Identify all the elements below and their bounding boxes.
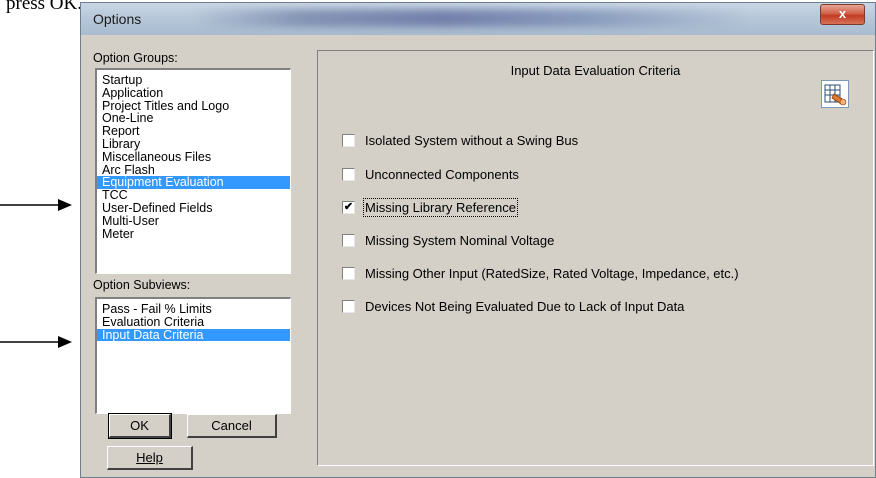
help-button-label: Help	[136, 450, 163, 465]
window-title: Options	[93, 11, 142, 27]
checkbox-label[interactable]: Unconnected Components	[365, 167, 519, 182]
close-button[interactable]: x	[820, 4, 865, 25]
annotation-arrow-subviews	[0, 336, 72, 348]
ok-button[interactable]: OK	[108, 413, 172, 439]
checkbox[interactable]	[342, 267, 355, 280]
data-tool-icon	[821, 80, 849, 108]
checkbox-label[interactable]: Missing System Nominal Voltage	[365, 233, 554, 248]
option-group-item[interactable]: Startup	[97, 74, 290, 87]
annotation-arrow-groups	[0, 199, 72, 211]
option-group-item[interactable]: Application	[97, 86, 290, 100]
option-subview-item[interactable]: Input Data Criteria	[97, 328, 290, 342]
checkbox[interactable]	[342, 234, 355, 247]
option-group-item[interactable]: Miscellaneous Files	[97, 150, 290, 164]
checkbox-label[interactable]: Missing Other Input (RatedSize, Rated Vo…	[365, 266, 739, 281]
cancel-button[interactable]: Cancel	[187, 414, 277, 438]
checkbox-label[interactable]: Devices Not Being Evaluated Due to Lack …	[365, 299, 684, 314]
document-text: press OK.	[6, 0, 82, 14]
help-button[interactable]: Help	[107, 446, 193, 470]
option-subview-item[interactable]: Evaluation Criteria	[97, 315, 290, 329]
option-groups-list[interactable]: Startup Application Project Titles and Log…	[95, 68, 291, 274]
checkbox[interactable]	[342, 168, 355, 181]
option-group-item[interactable]: User-Defined Fields	[97, 202, 290, 215]
criteria-panel: Input Data Evaluation Criteria Isolated …	[317, 50, 874, 466]
option-subviews-label: Option Subviews:	[93, 278, 191, 292]
option-subviews-list[interactable]: Pass - Fail % Limits Evaluation Criteria I…	[95, 297, 291, 414]
title-bar[interactable]: Options x	[81, 3, 875, 35]
option-subview-item[interactable]: Pass - Fail % Limits	[97, 303, 290, 316]
checkbox[interactable]	[342, 134, 355, 147]
option-group-item[interactable]: Multi-User	[97, 214, 290, 228]
options-dialog: Options x Option Groups: Startup Applicat…	[80, 2, 876, 478]
checkbox-label[interactable]: Isolated System without a Swing Bus	[365, 133, 578, 148]
checkbox-label[interactable]: Missing Library Reference	[362, 198, 519, 217]
close-icon: x	[838, 6, 847, 21]
checkbox[interactable]	[342, 300, 355, 313]
panel-title: Input Data Evaluation Criteria	[510, 63, 681, 78]
option-group-item[interactable]: Library	[97, 138, 290, 151]
checkbox[interactable]: ✔	[342, 201, 355, 214]
option-group-item[interactable]: Meter	[97, 227, 290, 241]
title-bar-blur	[191, 9, 751, 27]
option-groups-label: Option Groups:	[93, 51, 178, 65]
